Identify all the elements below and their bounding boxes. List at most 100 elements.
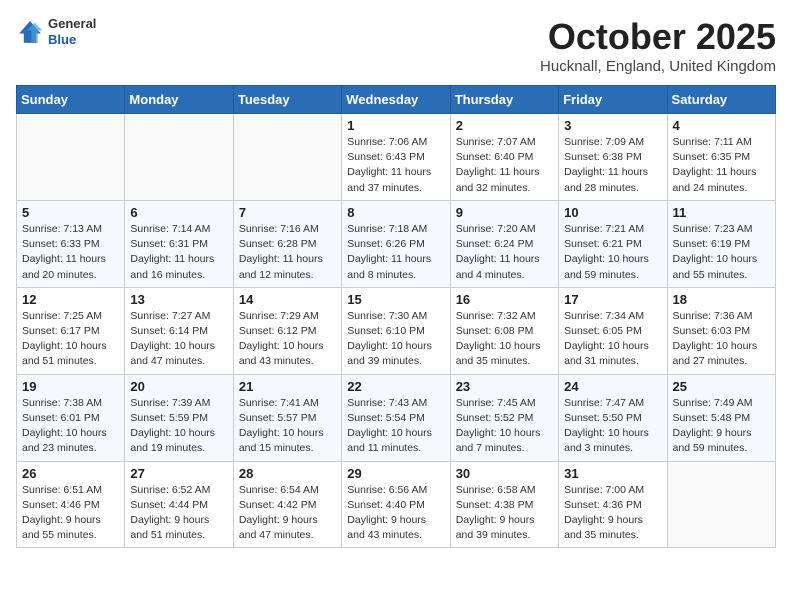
weekday-header: Tuesday: [233, 86, 341, 114]
day-info: Sunrise: 7:18 AM Sunset: 6:26 PM Dayligh…: [347, 222, 444, 283]
day-number: 11: [673, 205, 770, 220]
day-info: Sunrise: 6:51 AM Sunset: 4:46 PM Dayligh…: [22, 483, 119, 544]
calendar-cell: 11 Sunrise: 7:23 AM Sunset: 6:19 PM Dayli…: [667, 200, 775, 287]
day-number: 3: [564, 118, 661, 133]
day-number: 14: [239, 292, 336, 307]
day-info: Sunrise: 7:09 AM Sunset: 6:38 PM Dayligh…: [564, 135, 661, 196]
calendar-cell: [17, 114, 125, 201]
page-header: General Blue October 2025 Hucknall, Engl…: [16, 16, 776, 75]
day-info: Sunrise: 7:27 AM Sunset: 6:14 PM Dayligh…: [130, 309, 227, 370]
calendar-cell: 2Sunrise: 7:07 AM Sunset: 6:40 PM Daylig…: [450, 114, 558, 201]
weekday-header: Friday: [559, 86, 667, 114]
location: Hucknall, England, United Kingdom: [540, 58, 776, 75]
day-info: Sunrise: 7:07 AM Sunset: 6:40 PM Dayligh…: [456, 135, 553, 196]
calendar-week-row: 26 Sunrise: 6:51 AM Sunset: 4:46 PM Dayli…: [17, 461, 776, 548]
calendar-cell: 13 Sunrise: 7:27 AM Sunset: 6:14 PM Dayli…: [125, 287, 233, 374]
calendar-cell: 26 Sunrise: 6:51 AM Sunset: 4:46 PM Dayli…: [17, 461, 125, 548]
day-number: 8: [347, 205, 444, 220]
month-title: October 2025: [540, 16, 776, 58]
day-info: Sunrise: 7:23 AM Sunset: 6:19 PM Dayligh…: [673, 222, 770, 283]
calendar-cell: 1 Sunrise: 7:06 AM Sunset: 6:43 PM Daylig…: [342, 114, 450, 201]
day-info: Sunrise: 6:56 AM Sunset: 4:40 PM Dayligh…: [347, 483, 444, 544]
calendar-cell: 8 Sunrise: 7:18 AM Sunset: 6:26 PM Daylig…: [342, 200, 450, 287]
calendar-table: SundayMondayTuesdayWednesdayThursdayFrid…: [16, 85, 776, 548]
calendar-cell: 12 Sunrise: 7:25 AM Sunset: 6:17 PM Dayli…: [17, 287, 125, 374]
day-number: 10: [564, 205, 661, 220]
day-info: Sunrise: 6:52 AM Sunset: 4:44 PM Dayligh…: [130, 483, 227, 544]
day-number: 16: [456, 292, 553, 307]
day-info: Sunrise: 7:11 AM Sunset: 6:35 PM Dayligh…: [673, 135, 770, 196]
day-info: Sunrise: 6:58 AM Sunset: 4:38 PM Dayligh…: [456, 483, 553, 544]
day-info: Sunrise: 7:30 AM Sunset: 6:10 PM Dayligh…: [347, 309, 444, 370]
day-info: Sunrise: 7:45 AM Sunset: 5:52 PM Dayligh…: [456, 396, 553, 457]
day-info: Sunrise: 7:29 AM Sunset: 6:12 PM Dayligh…: [239, 309, 336, 370]
day-info: Sunrise: 7:06 AM Sunset: 6:43 PM Dayligh…: [347, 135, 444, 196]
logo-icon: [16, 18, 44, 46]
day-info: Sunrise: 7:36 AM Sunset: 6:03 PM Dayligh…: [673, 309, 770, 370]
calendar-cell: 29 Sunrise: 6:56 AM Sunset: 4:40 PM Dayli…: [342, 461, 450, 548]
day-number: 9: [456, 205, 553, 220]
calendar-week-row: 12 Sunrise: 7:25 AM Sunset: 6:17 PM Dayli…: [17, 287, 776, 374]
weekday-header: Wednesday: [342, 86, 450, 114]
day-number: 1: [347, 118, 444, 133]
day-number: 25: [673, 379, 770, 394]
calendar-cell: 15 Sunrise: 7:30 AM Sunset: 6:10 PM Dayli…: [342, 287, 450, 374]
day-number: 31: [564, 466, 661, 481]
calendar-cell: 22 Sunrise: 7:43 AM Sunset: 5:54 PM Dayli…: [342, 374, 450, 461]
day-info: Sunrise: 7:38 AM Sunset: 6:01 PM Dayligh…: [22, 396, 119, 457]
calendar-cell: 23 Sunrise: 7:45 AM Sunset: 5:52 PM Dayli…: [450, 374, 558, 461]
weekday-header: Monday: [125, 86, 233, 114]
day-number: 28: [239, 466, 336, 481]
calendar-week-row: 5 Sunrise: 7:13 AM Sunset: 6:33 PM Daylig…: [17, 200, 776, 287]
day-info: Sunrise: 7:00 AM Sunset: 4:36 PM Dayligh…: [564, 483, 661, 544]
day-number: 6: [130, 205, 227, 220]
day-number: 19: [22, 379, 119, 394]
day-number: 20: [130, 379, 227, 394]
day-info: Sunrise: 7:13 AM Sunset: 6:33 PM Dayligh…: [22, 222, 119, 283]
day-info: Sunrise: 7:20 AM Sunset: 6:24 PM Dayligh…: [456, 222, 553, 283]
calendar-cell: 20 Sunrise: 7:39 AM Sunset: 5:59 PM Dayli…: [125, 374, 233, 461]
day-number: 21: [239, 379, 336, 394]
calendar-cell: 27Sunrise: 6:52 AM Sunset: 4:44 PM Dayli…: [125, 461, 233, 548]
day-number: 29: [347, 466, 444, 481]
calendar-cell: 17Sunrise: 7:34 AM Sunset: 6:05 PM Dayli…: [559, 287, 667, 374]
day-number: 13: [130, 292, 227, 307]
day-number: 22: [347, 379, 444, 394]
calendar-cell: 6Sunrise: 7:14 AM Sunset: 6:31 PM Daylig…: [125, 200, 233, 287]
day-info: Sunrise: 7:25 AM Sunset: 6:17 PM Dayligh…: [22, 309, 119, 370]
day-number: 5: [22, 205, 119, 220]
day-number: 26: [22, 466, 119, 481]
day-number: 7: [239, 205, 336, 220]
day-info: Sunrise: 7:39 AM Sunset: 5:59 PM Dayligh…: [130, 396, 227, 457]
calendar-cell: 24Sunrise: 7:47 AM Sunset: 5:50 PM Dayli…: [559, 374, 667, 461]
calendar-cell: 4 Sunrise: 7:11 AM Sunset: 6:35 PM Daylig…: [667, 114, 775, 201]
calendar-header-row: SundayMondayTuesdayWednesdayThursdayFrid…: [17, 86, 776, 114]
calendar-cell: 28 Sunrise: 6:54 AM Sunset: 4:42 PM Dayli…: [233, 461, 341, 548]
calendar-cell: 14 Sunrise: 7:29 AM Sunset: 6:12 PM Dayli…: [233, 287, 341, 374]
weekday-header: Sunday: [17, 86, 125, 114]
day-number: 18: [673, 292, 770, 307]
day-number: 23: [456, 379, 553, 394]
day-info: Sunrise: 7:41 AM Sunset: 5:57 PM Dayligh…: [239, 396, 336, 457]
day-number: 12: [22, 292, 119, 307]
day-info: Sunrise: 7:49 AM Sunset: 5:48 PM Dayligh…: [673, 396, 770, 457]
logo-general-text: General: [48, 16, 96, 32]
logo: General Blue: [16, 16, 96, 47]
day-info: Sunrise: 7:32 AM Sunset: 6:08 PM Dayligh…: [456, 309, 553, 370]
day-number: 15: [347, 292, 444, 307]
calendar-cell: 25 Sunrise: 7:49 AM Sunset: 5:48 PM Dayli…: [667, 374, 775, 461]
calendar-week-row: 19 Sunrise: 7:38 AM Sunset: 6:01 PM Dayli…: [17, 374, 776, 461]
calendar-cell: 19 Sunrise: 7:38 AM Sunset: 6:01 PM Dayli…: [17, 374, 125, 461]
day-info: Sunrise: 7:43 AM Sunset: 5:54 PM Dayligh…: [347, 396, 444, 457]
day-info: Sunrise: 7:34 AM Sunset: 6:05 PM Dayligh…: [564, 309, 661, 370]
weekday-header: Thursday: [450, 86, 558, 114]
calendar-cell: 9 Sunrise: 7:20 AM Sunset: 6:24 PM Daylig…: [450, 200, 558, 287]
day-info: Sunrise: 6:54 AM Sunset: 4:42 PM Dayligh…: [239, 483, 336, 544]
day-number: 4: [673, 118, 770, 133]
calendar-cell: 21 Sunrise: 7:41 AM Sunset: 5:57 PM Dayli…: [233, 374, 341, 461]
calendar-cell: 31 Sunrise: 7:00 AM Sunset: 4:36 PM Dayli…: [559, 461, 667, 548]
calendar-cell: [125, 114, 233, 201]
day-info: Sunrise: 7:16 AM Sunset: 6:28 PM Dayligh…: [239, 222, 336, 283]
calendar-cell: 7 Sunrise: 7:16 AM Sunset: 6:28 PM Daylig…: [233, 200, 341, 287]
day-number: 24: [564, 379, 661, 394]
